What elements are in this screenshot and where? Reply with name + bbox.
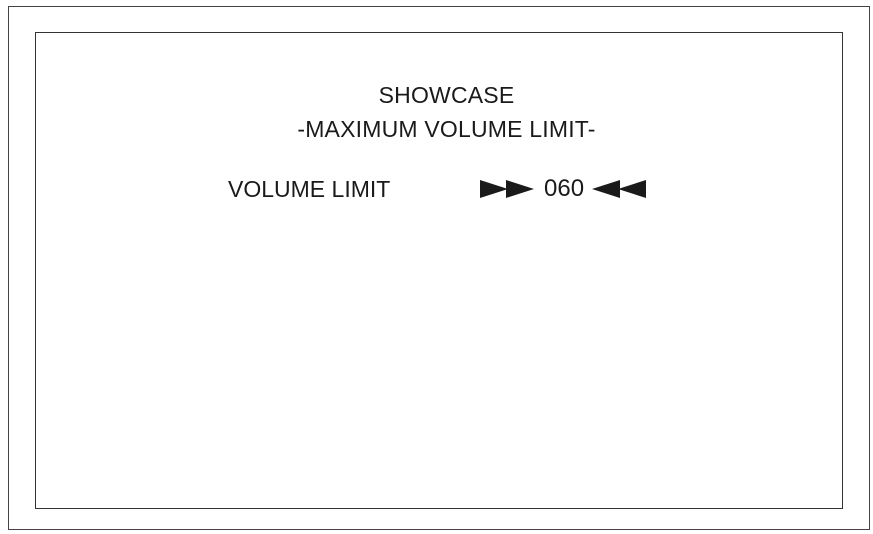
- volume-limit-value: 060: [544, 175, 585, 202]
- volume-limit-label: VOLUME LIMIT: [228, 176, 391, 202]
- menu-title: SHOWCASE: [378, 82, 515, 108]
- volume-limit-control[interactable]: 060: [480, 174, 648, 204]
- menu-subtitle: -MAXIMUM VOLUME LIMIT-: [297, 116, 596, 142]
- double-left-arrow-icon[interactable]: [592, 178, 648, 200]
- double-right-arrow-icon[interactable]: [480, 178, 536, 200]
